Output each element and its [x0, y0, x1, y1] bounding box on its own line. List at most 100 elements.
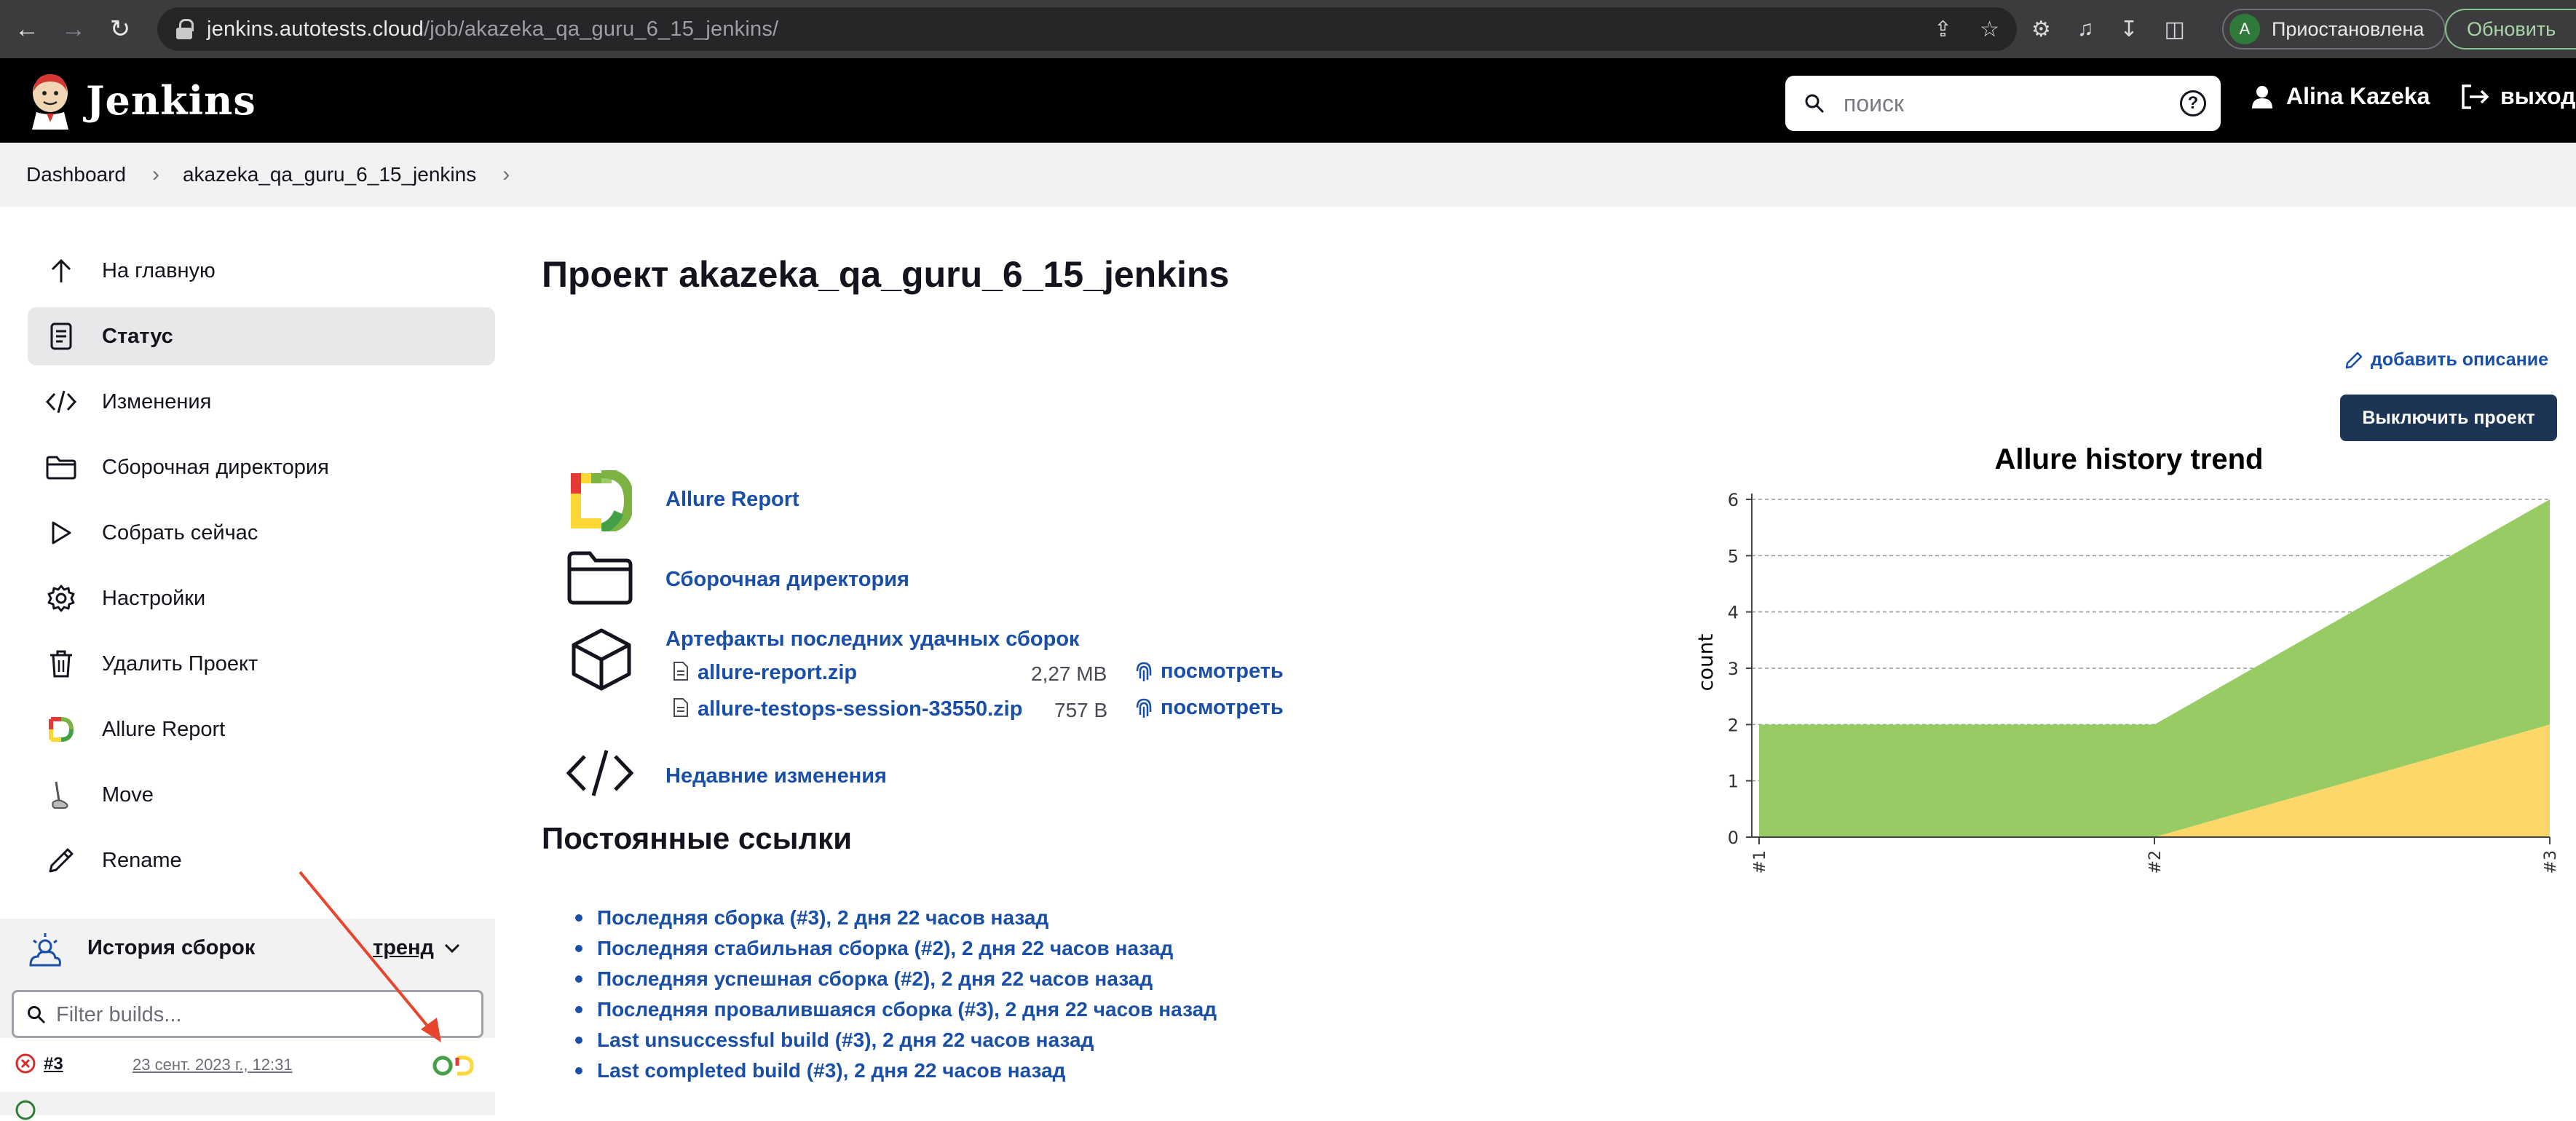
- jenkins-header: Jenkins ? Alina Kazeka выход: [0, 58, 2576, 143]
- disable-project-button[interactable]: Выключить проект: [2340, 395, 2557, 441]
- logout-icon: [2462, 84, 2489, 109]
- sidebar: На главную Статус Изменения Сборочная ди…: [0, 207, 502, 1120]
- package-icon: [566, 625, 636, 694]
- task-delete-project[interactable]: Удалить Проект: [28, 635, 495, 693]
- media-icon[interactable]: ♫: [2077, 17, 2094, 41]
- arrow-up-icon: [45, 255, 77, 287]
- artifact-link[interactable]: allure-testops-session-33550.zip: [698, 697, 1022, 721]
- y-tick-label: 6: [1728, 490, 1739, 510]
- folder-icon: [45, 451, 77, 483]
- pencil-icon: [45, 844, 77, 876]
- artifact-size: 2,27 MB: [1031, 662, 1107, 685]
- allure-report-icon: [565, 466, 635, 536]
- chart-title: Allure history trend: [1995, 443, 2264, 475]
- artifact-link[interactable]: allure-report.zip: [698, 661, 857, 685]
- artifacts-link[interactable]: Артефакты последних удачных сборок: [665, 627, 1080, 651]
- browser-toolbar: ← → ↻ jenkins.autotests.cloud/job/akazek…: [0, 0, 2576, 58]
- address-bar[interactable]: jenkins.autotests.cloud/job/akazeka_qa_g…: [157, 7, 2017, 51]
- add-description-link[interactable]: добавить описание: [2344, 349, 2548, 371]
- task-allure-report[interactable]: Allure Report: [28, 700, 495, 758]
- share-icon[interactable]: ⇪: [1934, 17, 1952, 42]
- build-date-link[interactable]: 23 сент. 2023 г., 12:31: [133, 1055, 293, 1074]
- help-icon[interactable]: ?: [2180, 90, 2206, 116]
- page-title: Проект akazeka_qa_guru_6_15_jenkins: [542, 254, 1230, 295]
- task-changes[interactable]: Изменения: [28, 373, 495, 431]
- search-icon: [1805, 94, 1825, 114]
- weather-icon: [29, 933, 61, 967]
- search-input[interactable]: [1844, 86, 2149, 121]
- x-tick-label: #3: [2542, 850, 2560, 874]
- fingerprint-icon: [1136, 662, 1152, 681]
- profile-button[interactable]: A Приостановлена: [2222, 9, 2446, 49]
- task-home[interactable]: На главную: [28, 242, 495, 300]
- app-title[interactable]: Jenkins: [86, 77, 256, 124]
- x-tick-label: #2: [2146, 850, 2165, 874]
- view-artifact-link[interactable]: посмотреть: [1134, 696, 1284, 720]
- task-status[interactable]: Статус: [28, 307, 495, 365]
- search-icon: [28, 1006, 46, 1024]
- task-move[interactable]: Move: [28, 766, 495, 824]
- build-number-link[interactable]: #3: [44, 1054, 63, 1074]
- extensions-icon[interactable]: ⚙: [2031, 17, 2051, 42]
- code-icon: [45, 386, 77, 418]
- move-icon: [45, 779, 77, 811]
- jenkins-logo-icon[interactable]: [26, 71, 74, 130]
- url-text: jenkins.autotests.cloud/job/akazeka_qa_g…: [207, 17, 779, 41]
- allure-report-link[interactable]: Allure Report: [665, 488, 799, 512]
- annotation-arrow: [299, 871, 441, 1042]
- search-box: ?: [1785, 76, 2221, 131]
- task-build-now[interactable]: Собрать сейчас: [28, 504, 495, 562]
- breadcrumb-dashboard[interactable]: Dashboard: [26, 163, 126, 186]
- user-menu[interactable]: Alina Kazeka: [2251, 83, 2430, 110]
- permalinks-title: Постоянные ссылки: [542, 821, 853, 855]
- profile-avatar: A: [2229, 14, 2260, 44]
- trash-icon: [45, 648, 77, 680]
- fingerprint-icon: [1136, 698, 1152, 718]
- user-name: Alina Kazeka: [2286, 83, 2430, 109]
- sidepanel-icon[interactable]: ◫: [2165, 17, 2185, 42]
- breadcrumb: Dashboard › akazeka_qa_guru_6_15_jenkins…: [0, 143, 2576, 207]
- permalink-item[interactable]: Last unsuccessful build (#3), 2 дня 22 ч…: [575, 1025, 1217, 1055]
- logout-label: выход: [2500, 83, 2576, 109]
- forward-icon[interactable]: →: [54, 9, 93, 49]
- profile-status: Приостановлена: [2272, 17, 2425, 40]
- y-tick-label: 1: [1728, 772, 1739, 792]
- permalink-item[interactable]: Последняя стабильная сборка (#2), 2 дня …: [575, 933, 1217, 964]
- allure-trend-chart[interactable]: Allure history trend count 0 1 2 3 4 5 6 #1 #2 #3: [1696, 437, 2576, 888]
- chevron-right-icon: ›: [151, 162, 159, 186]
- logout-button[interactable]: выход: [2461, 83, 2575, 110]
- reload-icon[interactable]: ↻: [100, 9, 140, 49]
- permalink-item[interactable]: Last completed build (#3), 2 дня 22 часо…: [575, 1055, 1217, 1086]
- y-tick-label: 5: [1728, 546, 1739, 566]
- build-history-title: История сборок: [87, 936, 256, 959]
- bookmark-star-icon[interactable]: ☆: [1980, 17, 1999, 42]
- pencil-icon: [2345, 352, 2363, 368]
- allure-icon: [45, 713, 77, 745]
- chart-y-axis-label: count: [1696, 633, 1718, 691]
- permalink-item[interactable]: Последняя успешная сборка (#2), 2 дня 22…: [575, 964, 1217, 994]
- workspace-link[interactable]: Сборочная директория: [665, 568, 909, 592]
- permalink-item[interactable]: Последняя провалившаяся сборка (#3), 2 д…: [575, 994, 1217, 1025]
- file-icon: [673, 662, 688, 681]
- failed-status-icon: [15, 1053, 36, 1074]
- allure-badge-icon[interactable]: [431, 1054, 478, 1077]
- breadcrumb-job[interactable]: akazeka_qa_guru_6_15_jenkins: [183, 163, 476, 186]
- document-icon: [45, 320, 77, 352]
- task-workspace[interactable]: Сборочная директория: [28, 438, 495, 496]
- y-tick-label: 0: [1728, 828, 1739, 848]
- update-button[interactable]: Обновить: [2445, 9, 2576, 49]
- permalink-item[interactable]: Последняя сборка (#3), 2 дня 22 часов на…: [575, 903, 1217, 933]
- lock-icon: [176, 19, 194, 39]
- y-tick-label: 4: [1728, 603, 1739, 623]
- code-icon: [565, 738, 635, 808]
- recent-changes-link[interactable]: Недавние изменения: [665, 764, 887, 788]
- back-icon[interactable]: ←: [7, 9, 47, 49]
- chevron-right-icon[interactable]: ›: [502, 162, 510, 187]
- folder-icon: [565, 543, 635, 613]
- file-icon: [673, 698, 688, 717]
- view-artifact-link[interactable]: посмотреть: [1134, 659, 1284, 684]
- task-configure[interactable]: Настройки: [28, 569, 495, 627]
- download-icon[interactable]: ↧: [2119, 17, 2138, 42]
- artifact-size: 757 B: [1054, 699, 1108, 721]
- play-icon: [45, 517, 77, 549]
